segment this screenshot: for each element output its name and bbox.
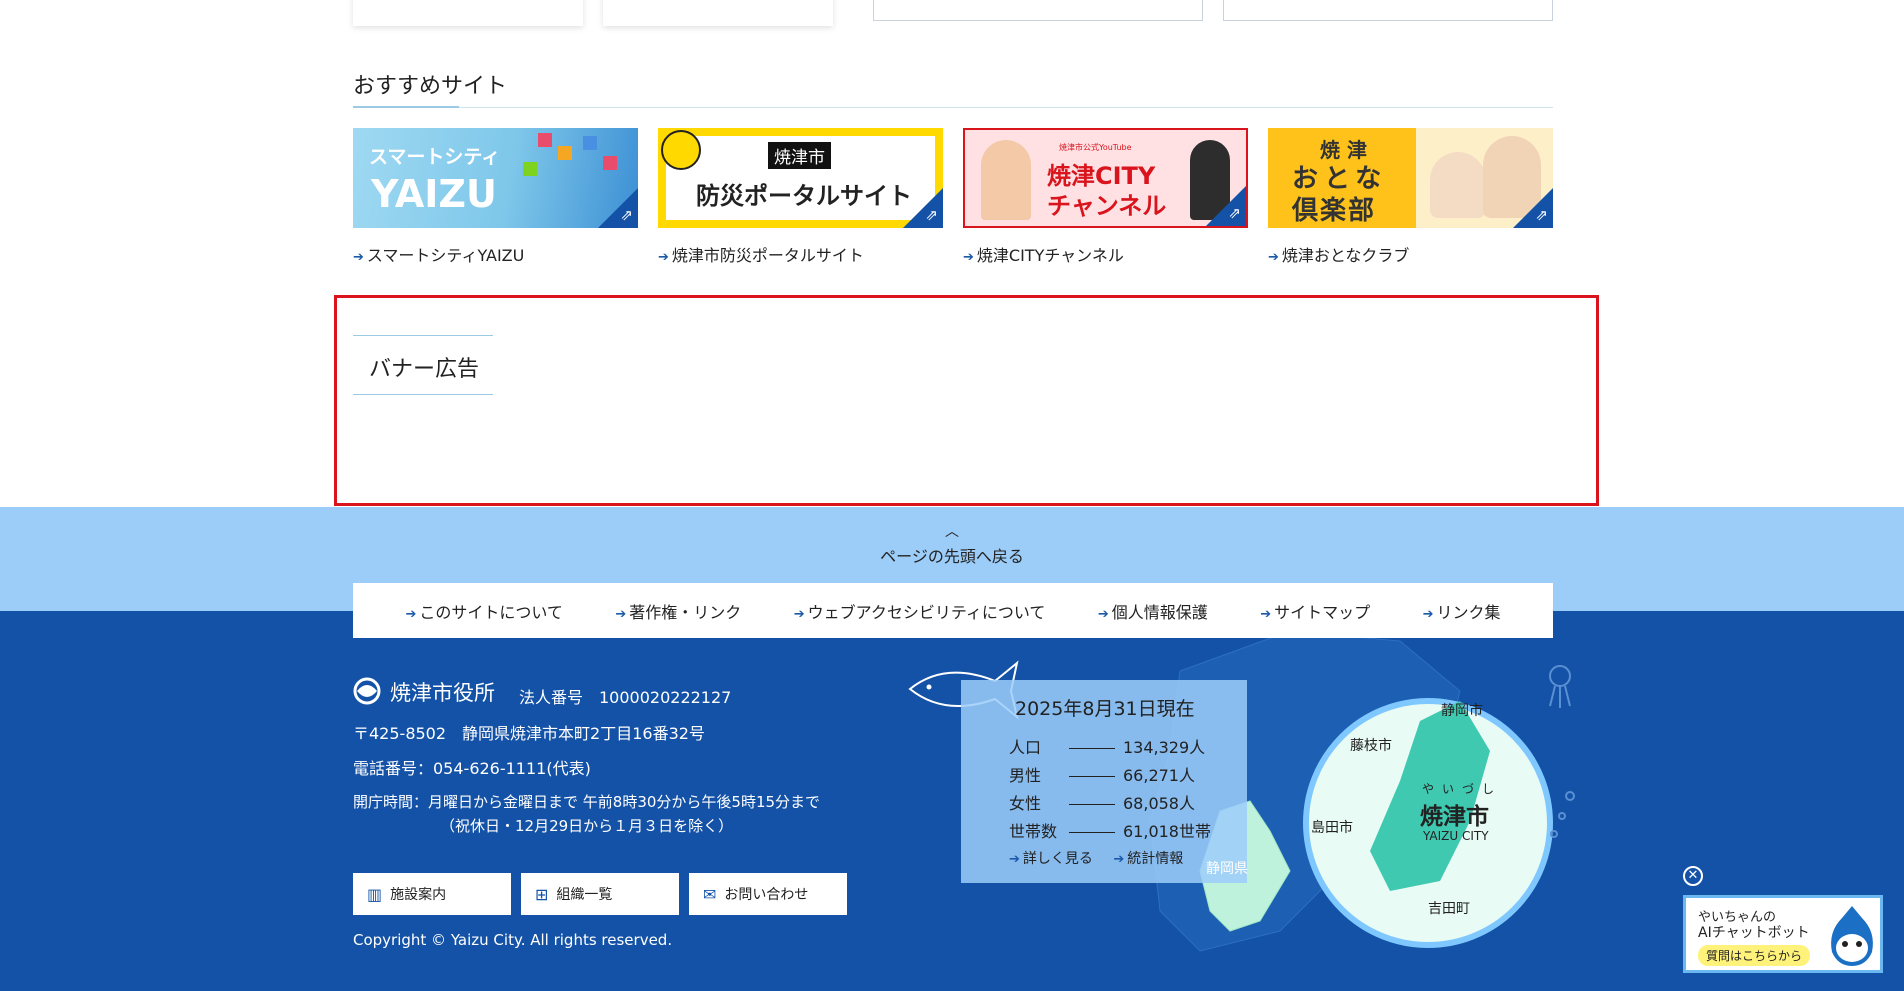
footer bbox=[0, 611, 1904, 991]
banner-ad-highlight bbox=[334, 295, 1599, 506]
rec-site-bousai[interactable]: 焼津市 防災ポータルサイト ⇗ ➔ 焼津市防災ポータルサイト bbox=[658, 128, 943, 266]
map-label-neighbor: 静岡市 bbox=[1441, 703, 1483, 719]
office-name: 焼津市役所 bbox=[390, 681, 495, 705]
rec-site-label[interactable]: 焼津CITYチャンネル bbox=[977, 246, 1124, 265]
footer-link-about[interactable]: ➔ このサイトについて bbox=[405, 599, 562, 623]
population-stats-panel: 2025年8月31日現在 人口 134,329人 男性 66,271人 女性 68,0… bbox=[961, 680, 1247, 883]
arrow-icon: ➔ bbox=[1260, 606, 1272, 622]
arrow-icon: ➔ bbox=[353, 250, 364, 265]
office-phone: 電話番号：054-626-1111(代表) bbox=[353, 759, 591, 778]
arrow-icon: ➔ bbox=[658, 250, 669, 265]
footer-link-privacy[interactable]: ➔ 個人情報保護 bbox=[1098, 599, 1208, 623]
stats-row: 女性 68,058人 bbox=[1009, 794, 1195, 813]
mail-icon: ✉ bbox=[703, 884, 717, 904]
facility-guide-button[interactable]: ▥ 施設案内 bbox=[353, 873, 511, 915]
partial-card[interactable] bbox=[353, 0, 583, 26]
contact-button[interactable]: ✉ お問い合わせ bbox=[689, 873, 847, 915]
banner-text: 防災ポータルサイト bbox=[696, 182, 912, 210]
map-city-name-en: YAIZU CITY bbox=[1423, 829, 1489, 843]
city-channel-banner-image[interactable]: 焼津市公式YouTube 焼津CITY チャンネル ⇗ bbox=[963, 128, 1248, 228]
banner-text: スマートシティ bbox=[369, 146, 501, 168]
arrow-icon: ➔ bbox=[963, 250, 974, 265]
section-divider bbox=[353, 107, 1553, 108]
partial-link-box[interactable] bbox=[1223, 0, 1553, 21]
partial-link-box[interactable] bbox=[873, 0, 1203, 21]
stats-row: 人口 134,329人 bbox=[1009, 738, 1206, 757]
chevron-up-icon: ︿ bbox=[945, 524, 959, 540]
map-label-neighbor: 藤枝市 bbox=[1350, 738, 1392, 754]
office-hours: 開庁時間：月曜日から金曜日まで 午前8時30分から午後5時15分まで bbox=[353, 793, 821, 811]
person-figure bbox=[1430, 152, 1486, 218]
banner-text: チャンネル bbox=[1047, 192, 1167, 220]
sea-creatures-icon bbox=[1549, 665, 1575, 838]
map-label-neighbor: 島田市 bbox=[1311, 820, 1353, 836]
map-city-name: 焼津市 bbox=[1420, 804, 1489, 830]
app-icon bbox=[558, 146, 572, 160]
rec-site-label[interactable]: 焼津市防災ポータルサイト bbox=[672, 246, 864, 265]
organization-list-button[interactable]: ⊞ 組織一覧 bbox=[521, 873, 679, 915]
footer-link-links[interactable]: ➔ リンク集 bbox=[1423, 599, 1501, 623]
app-icon bbox=[603, 156, 617, 170]
person-figure bbox=[981, 140, 1031, 220]
org-chart-icon: ⊞ bbox=[535, 884, 549, 904]
stats-info-link[interactable]: ➔ 統計情報 bbox=[1113, 851, 1183, 867]
map-city-ruby: やいづし bbox=[1422, 782, 1503, 796]
footer-link-copyright[interactable]: ➔ 著作権・リンク bbox=[615, 599, 741, 623]
map-label-prefecture: 静岡県 bbox=[1206, 861, 1248, 877]
arrow-icon: ➔ bbox=[1113, 852, 1125, 867]
banner-text: YAIZU bbox=[371, 172, 497, 216]
app-icon bbox=[538, 133, 552, 147]
footer-link-sitemap[interactable]: ➔ サイトマップ bbox=[1260, 599, 1370, 623]
partial-card[interactable] bbox=[603, 0, 833, 26]
arrow-icon: ➔ bbox=[793, 606, 805, 622]
banner-text: 倶楽部 bbox=[1292, 196, 1377, 226]
city-logo-icon bbox=[353, 677, 381, 705]
rec-site-label[interactable]: スマートシティYAIZU bbox=[367, 246, 524, 265]
map-label-neighbor: 吉田町 bbox=[1428, 901, 1470, 917]
app-icon bbox=[583, 136, 597, 150]
arrow-icon: ➔ bbox=[1009, 852, 1020, 867]
chatbot-cta[interactable]: 質問はこちらから bbox=[1698, 945, 1811, 966]
smartcity-banner-image[interactable]: スマートシティ YAIZU ⇗ bbox=[353, 128, 638, 228]
stats-row: 世帯数 61,018世帯 bbox=[1009, 822, 1211, 841]
chatbot-close-icon[interactable]: ✕ bbox=[1683, 866, 1703, 886]
arrow-icon: ➔ bbox=[405, 606, 417, 622]
office-address: 〒425-8502 静岡県焼津市本町2丁目16番32号 bbox=[353, 724, 705, 743]
copyright: Copyright © Yaizu City. All rights reser… bbox=[353, 931, 673, 949]
banner-text: 焼津市 bbox=[768, 142, 831, 169]
arrow-icon: ➔ bbox=[1268, 250, 1279, 265]
app-icon bbox=[523, 162, 537, 176]
banner-text: 焼津市公式YouTube bbox=[1059, 143, 1132, 152]
helmet-icon bbox=[661, 130, 701, 170]
chatbot-subtitle: AIチャットボット bbox=[1698, 925, 1810, 941]
stats-row: 男性 66,271人 bbox=[1009, 766, 1195, 785]
otona-club-banner-image[interactable]: 焼 津 おとな 倶楽部 ⇗ bbox=[1268, 128, 1553, 228]
building-icon: ▥ bbox=[367, 884, 383, 904]
bousai-banner-image[interactable]: 焼津市 防災ポータルサイト ⇗ bbox=[658, 128, 943, 228]
corporate-number: 法人番号 1000020222127 bbox=[519, 688, 732, 707]
mascot-fish-icon bbox=[1831, 906, 1873, 966]
arrow-icon: ➔ bbox=[1422, 606, 1434, 622]
rec-site-label[interactable]: 焼津おとなクラブ bbox=[1282, 246, 1410, 265]
office-hours-note: （祝休日・12月29日から１月３日を除く） bbox=[440, 817, 734, 835]
chatbot-launcher[interactable]: やいちゃんの AIチャットボット 質問はこちらから bbox=[1683, 895, 1883, 973]
rec-site-city-channel[interactable]: 焼津市公式YouTube 焼津CITY チャンネル ⇗ ➔ 焼津CITYチャンネル bbox=[963, 128, 1248, 266]
stats-more-link[interactable]: ➔ 詳しく見る bbox=[1009, 851, 1093, 867]
arrow-icon: ➔ bbox=[1097, 606, 1109, 622]
person-figure bbox=[1483, 136, 1541, 218]
rec-site-otona-club[interactable]: 焼 津 おとな 倶楽部 ⇗ ➔ 焼津おとなクラブ bbox=[1268, 128, 1553, 266]
stats-date: 2025年8月31日現在 bbox=[1015, 698, 1195, 720]
page-top-link[interactable]: ページの先頭へ戻る bbox=[0, 543, 1904, 567]
section-divider-accent bbox=[353, 106, 459, 108]
arrow-icon: ➔ bbox=[615, 606, 627, 622]
section-title: おすすめサイト bbox=[353, 74, 508, 99]
footer-link-accessibility[interactable]: ➔ ウェブアクセシビリティについて bbox=[794, 599, 1046, 623]
external-link-icon: ⇗ bbox=[598, 188, 638, 228]
rec-site-smartcity[interactable]: スマートシティ YAIZU ⇗ ➔ スマートシティYAIZU bbox=[353, 128, 638, 266]
footer-nav: ➔ このサイトについて ➔ 著作権・リンク ➔ ウェブアクセシビリティについて ➔ 個人… bbox=[353, 583, 1553, 638]
